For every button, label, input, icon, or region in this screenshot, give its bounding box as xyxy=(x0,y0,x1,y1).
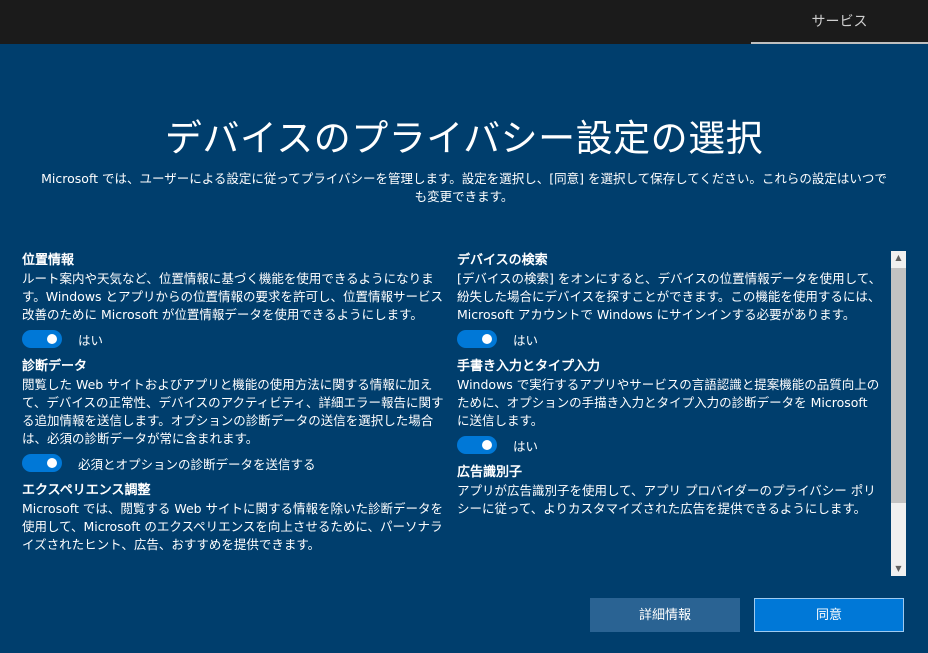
setting-experience-desc: Microsoft では、閲覧する Web サイトに関する情報を除いた診断データ… xyxy=(22,501,444,552)
top-bar: サービス xyxy=(0,0,928,44)
setting-diagnostics-desc: 閲覧した Web サイトおよびアプリと機能の使用方法に関する情報に加えて、デバイ… xyxy=(22,377,444,446)
setting-location-title: 位置情報 xyxy=(22,253,75,268)
settings-list: 位置情報 ルート案内や天気など、位置情報に基づく機能を使用できるようになります。… xyxy=(22,252,888,578)
toggle-knob xyxy=(47,334,57,344)
scroll-down-icon[interactable]: ▼ xyxy=(891,562,906,576)
setting-find-device-desc: [デバイスの検索] をオンにすると、デバイスの位置情報データを使用して、紛失した… xyxy=(457,271,882,322)
toggle-knob xyxy=(482,440,492,450)
inking-toggle[interactable] xyxy=(457,436,497,454)
setting-ad-id-title: 広告識別子 xyxy=(457,465,523,480)
setting-find-device-title: デバイスの検索 xyxy=(457,253,548,268)
setting-location-toggle-row: はい xyxy=(22,326,447,352)
setting-diagnostics: 診断データ 閲覧した Web サイトおよびアプリと機能の使用方法に関する情報に加… xyxy=(22,358,447,476)
setting-ad-id: 広告識別子 アプリが広告識別子を使用して、アプリ プロバイダーのプライバシー ポ… xyxy=(457,464,882,518)
diagnostics-toggle[interactable] xyxy=(22,454,62,472)
tab-services-label: サービス xyxy=(811,14,868,30)
settings-scrollbar[interactable]: ▲ ▼ xyxy=(891,251,906,576)
setting-inking-toggle-row: はい xyxy=(457,432,882,458)
find-device-toggle-label: はい xyxy=(513,332,539,348)
oobe-privacy-page: サービス デバイスのプライバシー設定の選択 Microsoft では、ユーザーに… xyxy=(0,0,928,653)
scroll-up-icon[interactable]: ▲ xyxy=(891,251,906,265)
setting-find-device-toggle-row: はい xyxy=(457,326,882,352)
setting-experience: エクスペリエンス調整 Microsoft では、閲覧する Web サイトに関する… xyxy=(22,482,447,554)
setting-experience-title: エクスペリエンス調整 xyxy=(22,483,151,498)
setting-location: 位置情報 ルート案内や天気など、位置情報に基づく機能を使用できるようになります。… xyxy=(22,252,447,352)
diagnostics-toggle-label: 必須とオプションの診断データを送信する xyxy=(78,456,316,472)
scrollbar-thumb[interactable] xyxy=(891,268,906,503)
tab-services: サービス xyxy=(751,0,928,44)
setting-diagnostics-toggle-row: 必須とオプションの診断データを送信する xyxy=(22,450,447,476)
setting-location-desc: ルート案内や天気など、位置情報に基づく機能を使用できるようになります。Windo… xyxy=(22,271,444,322)
toggle-knob xyxy=(47,458,57,468)
location-toggle[interactable] xyxy=(22,330,62,348)
agree-button[interactable]: 同意 xyxy=(754,598,904,632)
toggle-knob xyxy=(482,334,492,344)
setting-inking: 手書き入力とタイプ入力 Windows で実行するアプリやサービスの言語認識と提… xyxy=(457,358,882,458)
find-device-toggle[interactable] xyxy=(457,330,497,348)
setting-find-device: デバイスの検索 [デバイスの検索] をオンにすると、デバイスの位置情報データを使… xyxy=(457,252,882,352)
page-subtitle: Microsoft では、ユーザーによる設定に従ってプライバシーを管理します。設… xyxy=(41,171,887,204)
tab-underline xyxy=(751,42,928,44)
settings-column-left: 位置情報 ルート案内や天気など、位置情報に基づく機能を使用できるようになります。… xyxy=(22,252,447,560)
inking-toggle-label: はい xyxy=(513,438,539,454)
setting-inking-title: 手書き入力とタイプ入力 xyxy=(457,359,601,374)
details-button[interactable]: 詳細情報 xyxy=(590,598,740,632)
setting-ad-id-desc: アプリが広告識別子を使用して、アプリ プロバイダーのプライバシー ポリシーに従っ… xyxy=(457,483,876,516)
setting-inking-desc: Windows で実行するアプリやサービスの言語認識と提案機能の品質向上のために… xyxy=(457,377,880,428)
page-title: デバイスのプライバシー設定の選択 xyxy=(164,117,764,160)
location-toggle-label: はい xyxy=(78,332,104,348)
settings-column-right: デバイスの検索 [デバイスの検索] をオンにすると、デバイスの位置情報データを使… xyxy=(457,252,882,524)
setting-diagnostics-title: 診断データ xyxy=(22,359,88,374)
